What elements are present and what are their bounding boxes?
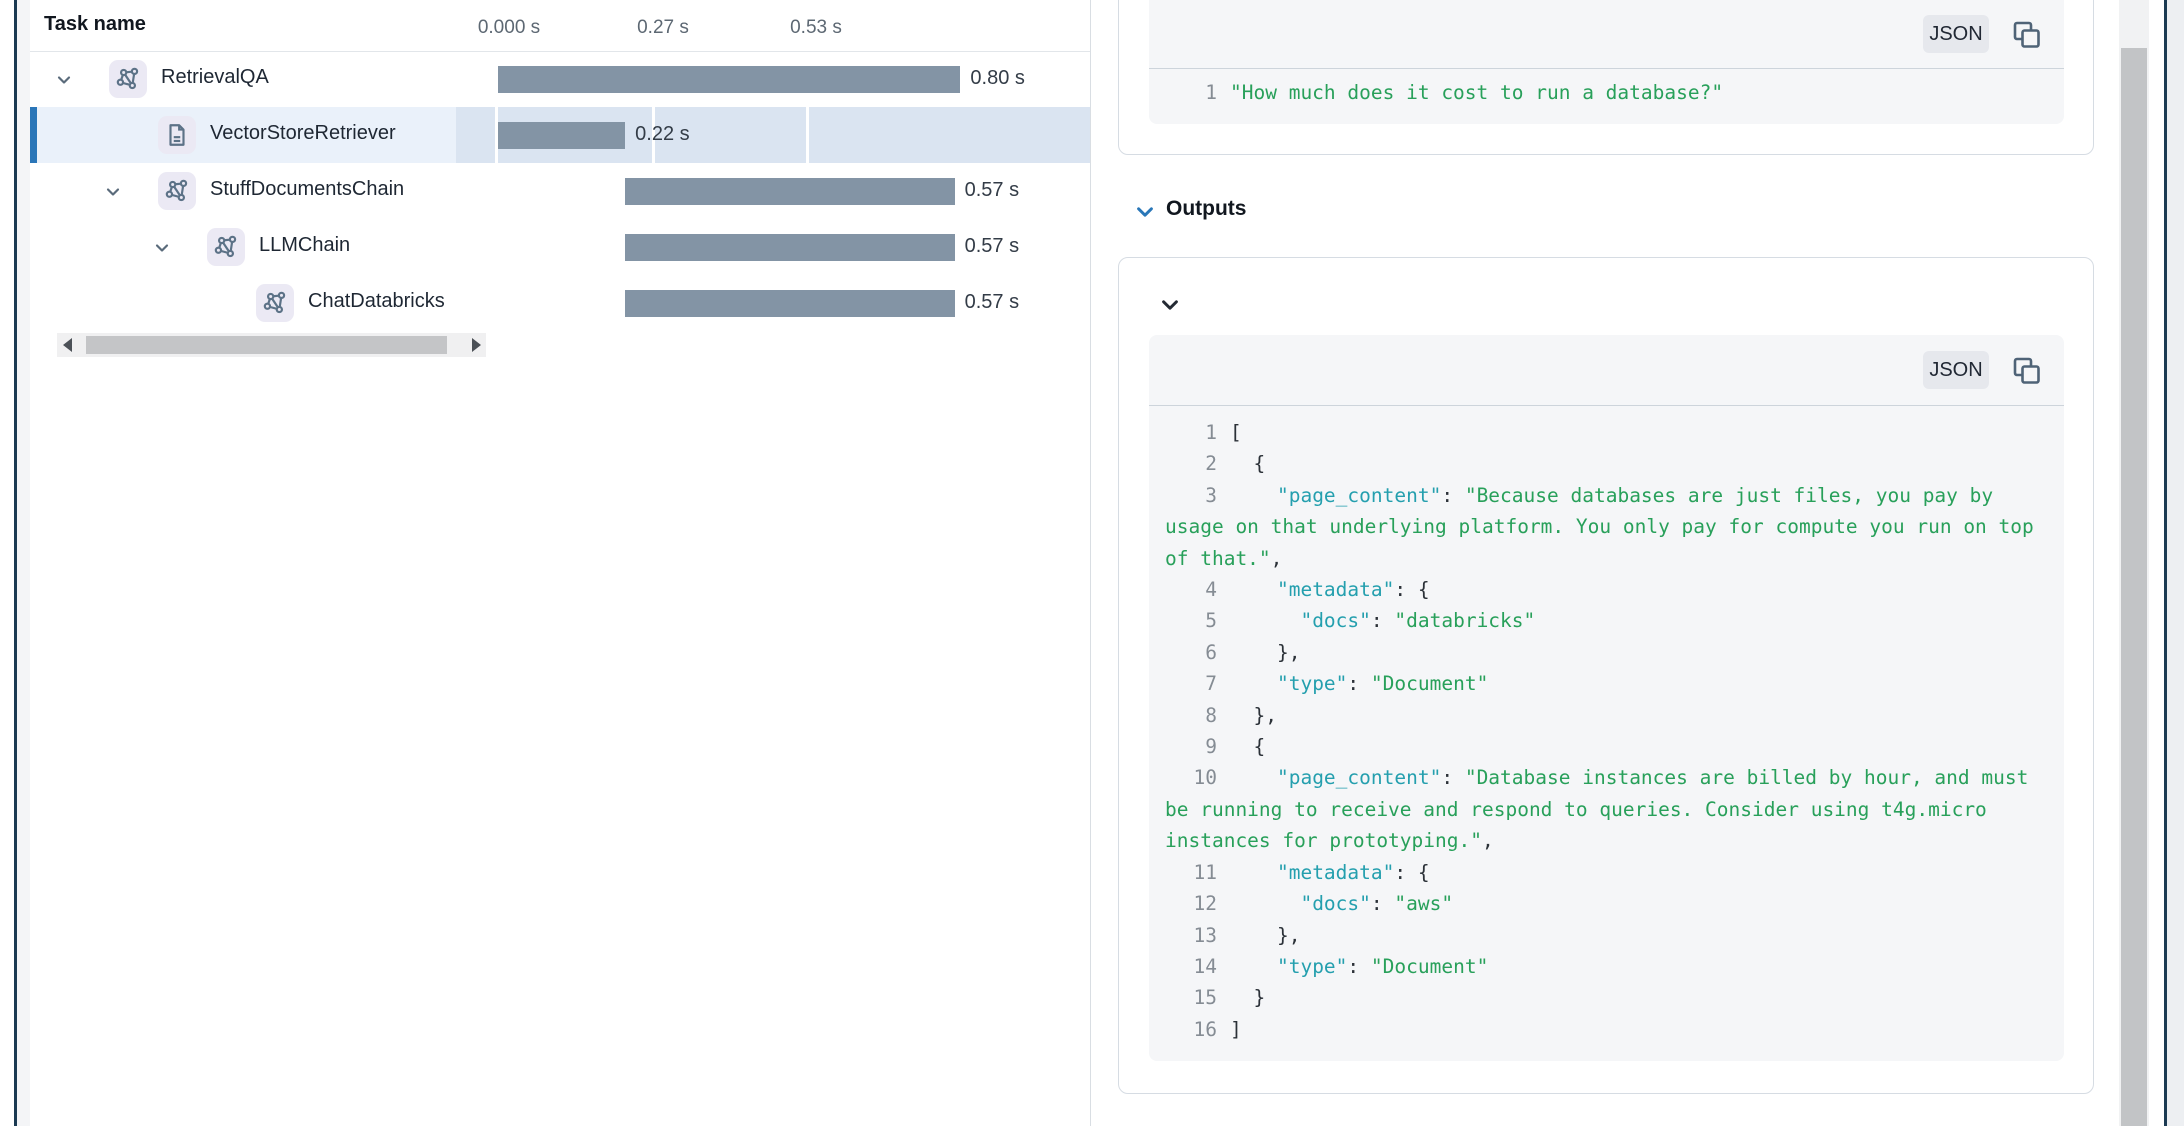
code-line: 14 "type": "Document" [1165, 951, 2046, 982]
chain-icon [158, 172, 196, 210]
line-number: 4 [1165, 574, 1217, 605]
chevron-down-icon[interactable] [54, 70, 74, 90]
duration-label: 0.22 s [635, 123, 689, 146]
line-number: 5 [1165, 605, 1217, 636]
tree-row-RetrievalQA[interactable]: RetrievalQA 0.80 s [30, 51, 1090, 107]
code-line: 12 "docs": "aws" [1165, 888, 2046, 919]
outputs-code-lines: 1[2 {3 "page_content": "Because database… [1165, 417, 2046, 1045]
vertical-scrollbar-thumb[interactable] [2121, 48, 2147, 1126]
copy-icon [2011, 355, 2041, 385]
horizontal-scrollbar-thumb[interactable] [86, 336, 447, 354]
chain-icon [109, 60, 147, 98]
line-number: 15 [1165, 982, 1217, 1013]
duration-label: 0.57 s [965, 235, 1019, 258]
line-number: 11 [1165, 857, 1217, 888]
line-number: 3 [1165, 480, 1217, 511]
span-name-label: VectorStoreRetriever [210, 122, 456, 145]
code-line: 15 } [1165, 982, 2046, 1013]
duration-label: 0.57 s [965, 179, 1019, 202]
tree-row-VectorStoreRetriever[interactable]: VectorStoreRetriever 0.22 s [30, 107, 1090, 163]
code-line: 4 "metadata": { [1165, 574, 2046, 605]
timeline-gridline [806, 107, 809, 163]
line-number: 2 [1165, 448, 1217, 479]
line-number: 1 [1165, 417, 1217, 448]
code-line: 1"How much does it cost to run a databas… [1165, 77, 2046, 108]
code-line: 9 { [1165, 731, 2046, 762]
scroll-left-button[interactable] [57, 333, 77, 357]
outputs-code-block: JSON 1[2 {3 "page_content": "Because dat… [1149, 335, 2064, 1061]
line-number: 8 [1165, 700, 1217, 731]
outputs-card: JSON 1[2 {3 "page_content": "Because dat… [1118, 257, 2094, 1094]
line-number: 12 [1165, 888, 1217, 919]
outputs-section-title: Outputs [1166, 197, 1246, 221]
triangle-right-icon [472, 338, 481, 352]
inputs-code-lines: 1"How much does it cost to run a databas… [1165, 77, 2046, 108]
tree-row-StuffDocumentsChain[interactable]: StuffDocumentsChain 0.57 s [30, 163, 1090, 219]
copy-icon [2011, 19, 2041, 49]
chain-icon [256, 284, 294, 322]
document-icon [158, 116, 196, 154]
code-line: 6 }, [1165, 637, 2046, 668]
tree-row-LLMChain[interactable]: LLMChain 0.57 s [30, 219, 1090, 275]
json-format-button[interactable]: JSON [1923, 15, 1989, 53]
duration-bar [498, 66, 960, 93]
code-line: 8 }, [1165, 700, 2046, 731]
inputs-code-header: JSON [1149, 0, 2064, 69]
tree-rows: RetrievalQA 0.80 s VectorStoreRetriever 0.2… [30, 51, 1090, 331]
line-number: 14 [1165, 951, 1217, 982]
code-line: 11 "metadata": { [1165, 857, 2046, 888]
code-line: 3 "page_content": "Because databases are… [1165, 480, 2046, 574]
chevron-down-icon[interactable] [152, 238, 172, 258]
code-line: 13 }, [1165, 920, 2046, 951]
inputs-code-block: JSON 1"How much does it cost to run a da… [1149, 0, 2064, 124]
left-gutter [17, 0, 30, 1126]
duration-bar [625, 234, 954, 261]
output-item-chevron-icon[interactable] [1159, 294, 1181, 316]
line-number: 16 [1165, 1014, 1217, 1045]
line-number: 6 [1165, 637, 1217, 668]
code-line: 2 { [1165, 448, 2046, 479]
duration-bar [498, 122, 625, 149]
line-number: 13 [1165, 920, 1217, 951]
code-line: 5 "docs": "databricks" [1165, 605, 2046, 636]
code-line: 7 "type": "Document" [1165, 668, 2046, 699]
triangle-left-icon [63, 338, 72, 352]
selected-row-accent [30, 107, 37, 163]
tree-row-ChatDatabricks[interactable]: ChatDatabricks 0.57 s [30, 275, 1090, 331]
chevron-down-icon[interactable] [103, 182, 123, 202]
span-name-label: LLMChain [259, 234, 456, 257]
duration-bar [625, 178, 954, 205]
json-format-button[interactable]: JSON [1923, 351, 1989, 389]
duration-label: 0.57 s [965, 291, 1019, 314]
copy-button[interactable] [2011, 355, 2041, 385]
line-number: 9 [1165, 731, 1217, 762]
duration-bar [625, 290, 954, 317]
trace-viewer: Task name 0.000 s 0.27 s 0.53 s Retrieva… [0, 0, 2184, 1126]
line-number: 10 [1165, 762, 1217, 793]
scroll-right-button[interactable] [466, 333, 486, 357]
trace-tree-panel: Task name 0.000 s 0.27 s 0.53 s Retrieva… [30, 0, 1091, 1126]
span-name-label: RetrievalQA [161, 66, 456, 89]
inputs-card: JSON 1"How much does it cost to run a da… [1118, 0, 2094, 155]
code-line: 10 "page_content": "Database instances a… [1165, 762, 2046, 856]
code-line: 1[ [1165, 417, 2046, 448]
outputs-collapse-chevron-icon[interactable] [1134, 201, 1156, 223]
line-number: 7 [1165, 668, 1217, 699]
right-gutter [2167, 0, 2184, 1126]
line-number: 1 [1165, 77, 1217, 108]
outputs-code-header: JSON [1149, 335, 2064, 406]
chain-icon [207, 228, 245, 266]
duration-label: 0.80 s [970, 67, 1024, 90]
copy-button[interactable] [2011, 19, 2041, 49]
axis-tick-2: 0.53 s [790, 17, 842, 39]
span-name-label: ChatDatabricks [308, 290, 456, 313]
axis-tick-0: 0.000 s [478, 17, 540, 39]
span-name-label: StuffDocumentsChain [210, 178, 456, 201]
axis-tick-1: 0.27 s [637, 17, 689, 39]
code-line: 16] [1165, 1014, 2046, 1045]
tree-header: Task name 0.000 s 0.27 s 0.53 s [30, 0, 1090, 52]
horizontal-scrollbar[interactable] [57, 333, 486, 357]
task-name-column-header: Task name [44, 13, 146, 36]
